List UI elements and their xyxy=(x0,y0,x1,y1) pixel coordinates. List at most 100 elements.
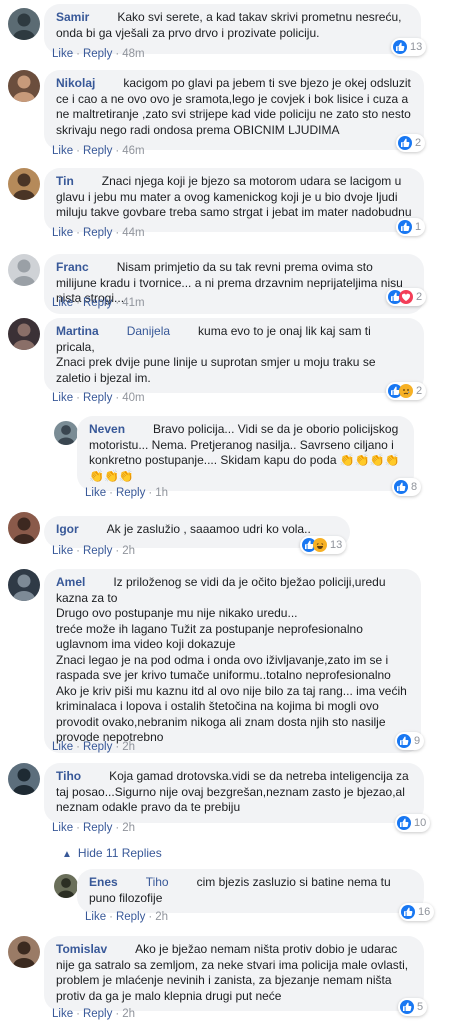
comment-text: Ako je bježao nemam ništa protiv dobio j… xyxy=(56,942,412,1003)
reply-button[interactable]: Reply xyxy=(116,487,145,499)
separator-dot: · xyxy=(76,545,80,557)
reply-button[interactable]: Reply xyxy=(83,1008,112,1020)
comment-timestamp[interactable]: 1h xyxy=(155,487,168,499)
comment-bubble: Tiho Koja gamad drotovska.vidi se da netr… xyxy=(44,763,424,823)
comment-bubble: Nikolaj kacigom po glavi pa jebem ti sve … xyxy=(44,70,424,150)
comment-bubble: Tin Znaci njega koji je bjezo sa motorom … xyxy=(44,168,424,232)
like-reaction-icon xyxy=(393,40,407,54)
separator-dot: · xyxy=(115,741,120,753)
separator-dot: · xyxy=(76,145,80,157)
reactions-count[interactable]: 8 xyxy=(392,478,422,496)
hide-replies-link[interactable]: ▲ Hide 11 Replies xyxy=(62,846,162,860)
reactions-count[interactable]: 13 xyxy=(300,536,347,554)
reply-button[interactable]: Reply xyxy=(83,822,112,834)
like-reaction-icon xyxy=(397,734,411,748)
avatar[interactable] xyxy=(54,874,78,898)
reply-button[interactable]: Reply xyxy=(83,145,112,157)
separator-dot: · xyxy=(76,392,80,404)
like-button[interactable]: Like xyxy=(52,545,73,557)
author-name[interactable]: Neven xyxy=(89,422,125,436)
avatar[interactable] xyxy=(8,512,40,544)
author-name[interactable]: Nikolaj xyxy=(56,76,95,90)
reactions-count[interactable]: 2 xyxy=(386,382,427,400)
comment-actions: Like · Reply · 2h xyxy=(52,1008,135,1020)
like-button[interactable]: Like xyxy=(52,741,73,753)
like-button[interactable]: Like xyxy=(52,392,73,404)
reply-button[interactable]: Reply xyxy=(83,48,112,60)
like-button[interactable]: Like xyxy=(52,145,73,157)
author-name[interactable]: Samir xyxy=(56,10,89,24)
comment-timestamp[interactable]: 2h xyxy=(122,545,135,557)
author-name[interactable]: Amel xyxy=(56,575,85,589)
author-name[interactable]: Igor xyxy=(56,522,79,536)
reactions-count[interactable]: 2 xyxy=(396,134,426,152)
comment-timestamp[interactable]: 44m xyxy=(122,227,144,239)
separator-dot: · xyxy=(115,227,120,239)
separator-dot: · xyxy=(115,545,120,557)
avatar[interactable] xyxy=(8,70,40,102)
reply-button[interactable]: Reply xyxy=(83,392,112,404)
separator-dot: · xyxy=(76,1008,80,1020)
reaction-count-value: 13 xyxy=(330,539,343,551)
reply-button[interactable]: Reply xyxy=(83,741,112,753)
tagged-user[interactable]: Tiho xyxy=(146,875,169,889)
reply-button[interactable]: Reply xyxy=(83,227,112,239)
avatar[interactable] xyxy=(8,8,40,40)
reaction-count-value: 2 xyxy=(415,137,422,149)
author-name[interactable]: Tin xyxy=(56,174,74,188)
author-name[interactable]: Franc xyxy=(56,260,89,274)
like-button[interactable]: Like xyxy=(52,297,73,309)
separator-dot: · xyxy=(76,48,80,60)
comment-bubble: Samir Kako svi serete, a kad takav skrivi… xyxy=(44,4,421,54)
like-button[interactable]: Like xyxy=(85,487,106,499)
avatar[interactable] xyxy=(8,254,40,286)
reactions-count[interactable]: 1 xyxy=(396,218,426,236)
comment-timestamp[interactable]: 40m xyxy=(122,392,144,404)
author-name[interactable]: Enes xyxy=(89,875,118,889)
comment-timestamp[interactable]: 2h xyxy=(122,741,135,753)
reactions-count[interactable]: 10 xyxy=(395,814,431,832)
reactions-count[interactable]: 13 xyxy=(391,38,427,56)
comment-actions: Like · Reply · 40m xyxy=(52,392,145,404)
like-button[interactable]: Like xyxy=(52,227,73,239)
reactions-count[interactable]: 9 xyxy=(395,732,425,750)
separator-dot: · xyxy=(115,392,120,404)
reactions-count[interactable]: 5 xyxy=(398,998,428,1016)
author-name[interactable]: Tomislav xyxy=(56,942,107,956)
reactions-count[interactable]: 16 xyxy=(399,903,435,921)
like-button[interactable]: Like xyxy=(52,1008,73,1020)
like-button[interactable]: Like xyxy=(85,911,106,923)
like-reaction-icon xyxy=(398,136,412,150)
comment-timestamp[interactable]: 2h xyxy=(122,822,135,834)
like-reaction-icon xyxy=(400,1000,414,1014)
avatar[interactable] xyxy=(8,936,40,968)
reply-button[interactable]: Reply xyxy=(83,545,112,557)
author-name[interactable]: Martina xyxy=(56,324,99,338)
like-reaction-icon xyxy=(398,220,412,234)
reactions-count[interactable]: 2 xyxy=(386,288,427,306)
like-button[interactable]: Like xyxy=(52,48,73,60)
separator-dot: · xyxy=(115,297,120,309)
reply-button[interactable]: Reply xyxy=(83,297,112,309)
comment-actions: Like · Reply · 2h xyxy=(52,545,135,557)
author-name[interactable]: Tiho xyxy=(56,769,81,783)
reply-button[interactable]: Reply xyxy=(116,911,145,923)
avatar[interactable] xyxy=(8,569,40,601)
comment-timestamp[interactable]: 2h xyxy=(155,911,168,923)
reaction-count-value: 2 xyxy=(416,385,423,397)
comment-timestamp[interactable]: 48m xyxy=(122,48,144,60)
like-reaction-icon xyxy=(401,905,415,919)
avatar[interactable] xyxy=(8,168,40,200)
avatar[interactable] xyxy=(8,763,40,795)
separator-dot: · xyxy=(109,487,113,499)
comment-timestamp[interactable]: 41m xyxy=(122,297,144,309)
comment-timestamp[interactable]: 2h xyxy=(122,1008,135,1020)
avatar[interactable] xyxy=(54,421,78,445)
comment-actions: Like · Reply · 41m xyxy=(52,297,145,309)
tagged-user[interactable]: Danijela xyxy=(127,324,170,338)
avatar[interactable] xyxy=(8,318,40,350)
comment-timestamp[interactable]: 46m xyxy=(122,145,144,157)
like-button[interactable]: Like xyxy=(52,822,73,834)
separator-dot: · xyxy=(148,911,153,923)
comment-text: Koja gamad drotovska.vidi se da netreba … xyxy=(56,769,412,814)
